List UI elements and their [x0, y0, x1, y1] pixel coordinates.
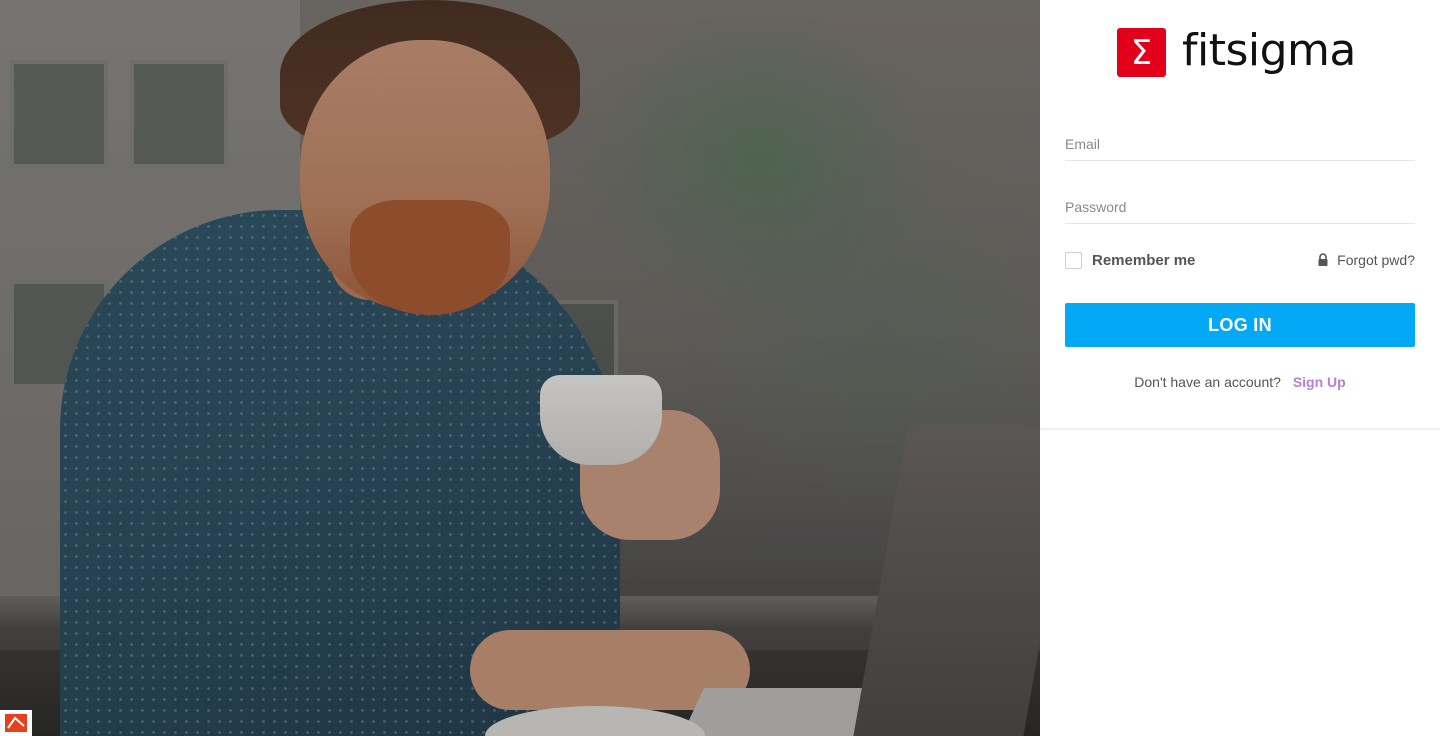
password-input[interactable] — [1065, 199, 1415, 224]
signup-prompt: Don't have an account? — [1134, 374, 1281, 390]
login-button[interactable]: LOG IN — [1065, 303, 1415, 347]
hero-overlay — [0, 0, 1040, 736]
brand-name: fitsigma — [1182, 24, 1356, 76]
hero-photo — [0, 0, 1040, 736]
lock-icon — [1318, 253, 1328, 266]
signup-row: Don't have an account? Sign Up — [1040, 374, 1440, 390]
corner-logo-icon — [5, 714, 27, 732]
forgot-password-label: Forgot pwd? — [1337, 252, 1415, 268]
corner-badge[interactable] — [0, 710, 32, 736]
brand-logo: Σ fitsigma — [1117, 28, 1356, 77]
signup-link[interactable]: Sign Up — [1293, 374, 1346, 390]
login-panel: Σ fitsigma Remember me Forgot pwd? LOG I… — [1040, 0, 1440, 736]
remember-me-label: Remember me — [1092, 252, 1196, 269]
login-page: Σ fitsigma Remember me Forgot pwd? LOG I… — [0, 0, 1440, 736]
remember-me[interactable]: Remember me — [1065, 252, 1195, 269]
remember-me-checkbox[interactable] — [1065, 252, 1082, 269]
login-card: Σ fitsigma Remember me Forgot pwd? LOG I… — [1040, 0, 1440, 430]
email-input[interactable] — [1065, 136, 1415, 161]
sigma-logo-icon: Σ — [1117, 28, 1166, 77]
forgot-password-link[interactable]: Forgot pwd? — [1317, 252, 1415, 268]
